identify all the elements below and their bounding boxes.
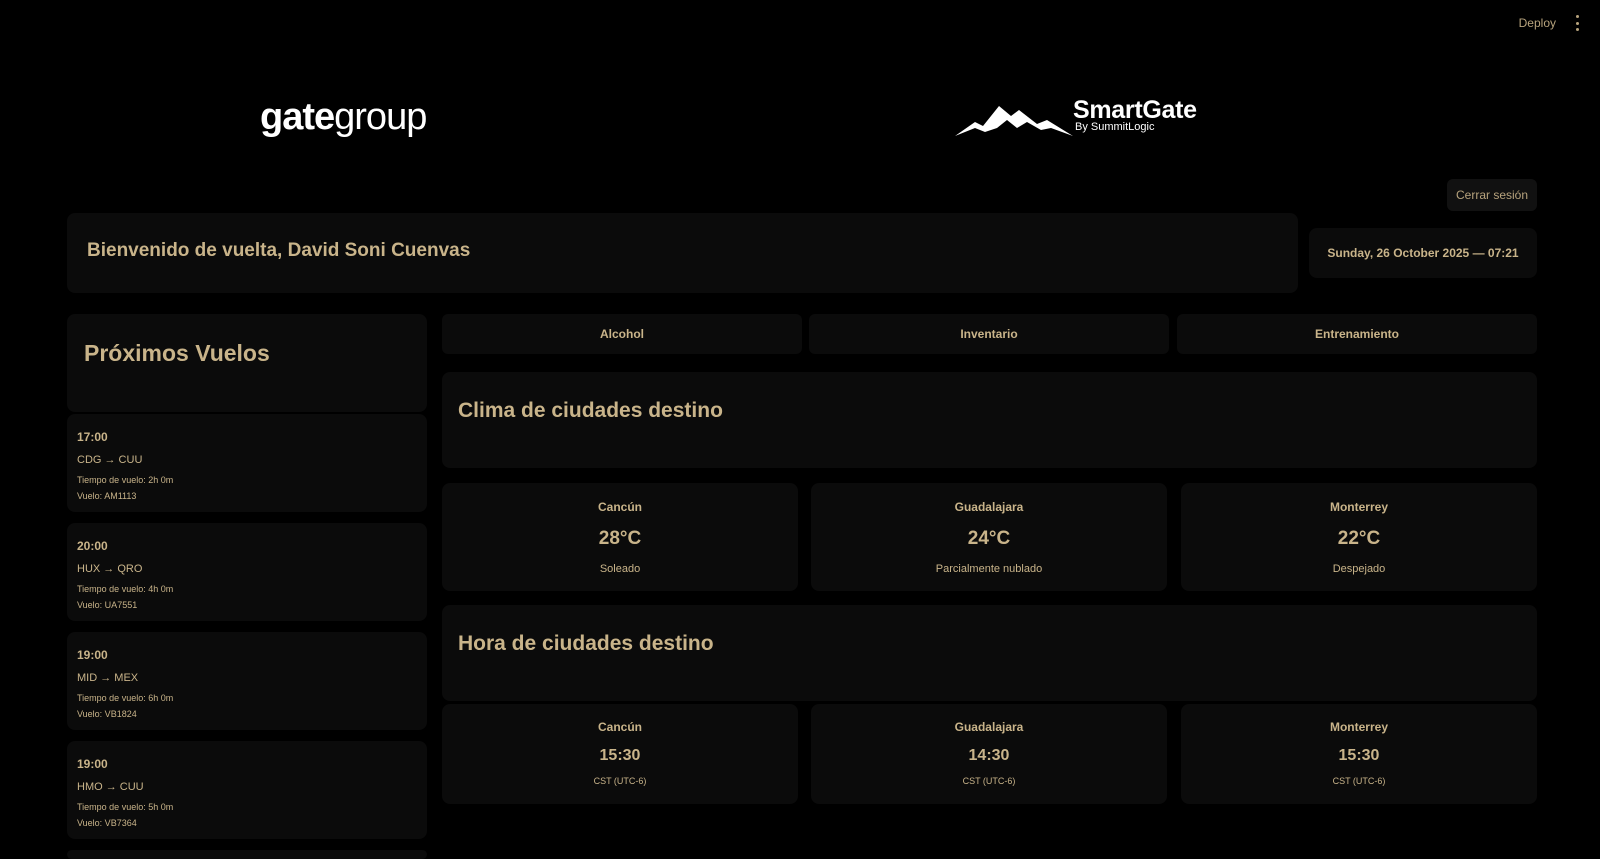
weather-card-cancun: Cancún 28°C Soleado [442, 483, 798, 591]
welcome-banner: Bienvenido de vuelta, David Soni Cuenvas [67, 213, 1298, 293]
flight-route: CDG → CUU [77, 454, 143, 466]
flight-route: HUX → QRO [77, 563, 143, 575]
flight-duration: Tiempo de vuelo: 5h 0m [77, 802, 174, 812]
flight-card[interactable]: 20:00 HUX → QRO Tiempo de vuelo: 4h 0m V… [67, 523, 427, 621]
flight-duration: Tiempo de vuelo: 4h 0m [77, 584, 174, 594]
flight-route: HMO → CUU [77, 781, 144, 793]
weather-title: Clima de ciudades destino [458, 399, 723, 422]
deploy-button[interactable]: Deploy [1519, 16, 1556, 30]
flight-time: 17:00 [77, 430, 108, 444]
smartgate-logo: SmartGate By SummitLogic [955, 96, 1225, 138]
time-value: 15:30 [1338, 747, 1380, 764]
tab-entrenamiento[interactable]: Entrenamiento [1177, 314, 1537, 354]
weather-city: Cancún [597, 500, 642, 514]
flight-duration: Tiempo de vuelo: 2h 0m [77, 475, 174, 485]
weather-temp: 24°C [967, 528, 1011, 549]
time-card-cancun: Cancún 15:30 CST (UTC-6) [442, 704, 798, 804]
time-zone: CST (UTC-6) [1332, 776, 1386, 786]
time-city: Monterrey [1329, 720, 1388, 734]
flight-time: 20:00 [77, 539, 108, 553]
flight-time: 19:00 [77, 648, 108, 662]
weather-card-monterrey: Monterrey 22°C Despejado [1181, 483, 1537, 591]
logout-button[interactable]: Cerrar sesión [1447, 179, 1537, 211]
flight-number: Vuelo: VB7364 [77, 818, 137, 828]
datetime-display: Sunday, 26 October 2025 — 07:21 [1309, 228, 1537, 278]
flight-route: MID → MEX [77, 672, 139, 684]
flight-number: Vuelo: UA7551 [77, 600, 138, 610]
time-zone: CST (UTC-6) [593, 776, 647, 786]
flights-panel-header: Próximos Vuelos [67, 314, 427, 412]
time-card-monterrey: Monterrey 15:30 CST (UTC-6) [1181, 704, 1537, 804]
tab-alcohol[interactable]: Alcohol [442, 314, 802, 354]
weather-section-header: Clima de ciudades destino [442, 372, 1537, 468]
gategroup-logo-bold: gate [260, 96, 335, 138]
weather-condition: Parcialmente nublado [935, 563, 1043, 575]
welcome-text: Bienvenido de vuelta, David Soni Cuenvas [87, 240, 471, 261]
flight-card[interactable]: 19:00 HMO → CUU Tiempo de vuelo: 5h 0m V… [67, 741, 427, 839]
flight-card-partial[interactable] [67, 850, 427, 859]
flight-number: Vuelo: AM1113 [77, 491, 137, 501]
weather-temp: 28°C [598, 528, 642, 549]
smartgate-subtitle: By SummitLogic [1075, 121, 1155, 133]
weather-condition: Soleado [599, 563, 641, 575]
flight-card[interactable]: 19:00 MID → MEX Tiempo de vuelo: 6h 0m V… [67, 632, 427, 730]
weather-card-guadalajara: Guadalajara 24°C Parcialmente nublado [811, 483, 1167, 591]
time-value: 14:30 [968, 747, 1010, 764]
time-title: Hora de ciudades destino [458, 632, 714, 655]
time-value: 15:30 [599, 747, 641, 764]
weather-condition: Despejado [1332, 563, 1386, 575]
time-city: Cancún [597, 720, 642, 734]
flights-title: Próximos Vuelos [84, 340, 270, 366]
flight-duration: Tiempo de vuelo: 6h 0m [77, 693, 174, 703]
weather-city: Monterrey [1329, 500, 1388, 514]
gategroup-logo: gategroup [260, 96, 427, 139]
tab-inventario[interactable]: Inventario [809, 314, 1169, 354]
mountain-logo-icon [955, 106, 1073, 136]
top-bar: Deploy [0, 0, 1600, 46]
time-zone: CST (UTC-6) [962, 776, 1016, 786]
weather-city: Guadalajara [954, 500, 1024, 514]
time-card-guadalajara: Guadalajara 14:30 CST (UTC-6) [811, 704, 1167, 804]
weather-temp: 22°C [1337, 528, 1381, 549]
time-section-header: Hora de ciudades destino [442, 605, 1537, 701]
gategroup-logo-light: group [334, 96, 427, 138]
flight-number: Vuelo: VB1824 [77, 709, 137, 719]
flight-time: 19:00 [77, 757, 108, 771]
time-city: Guadalajara [954, 720, 1024, 734]
flight-card[interactable]: 17:00 CDG → CUU Tiempo de vuelo: 2h 0m V… [67, 414, 427, 512]
kebab-menu-icon[interactable] [1574, 15, 1580, 31]
